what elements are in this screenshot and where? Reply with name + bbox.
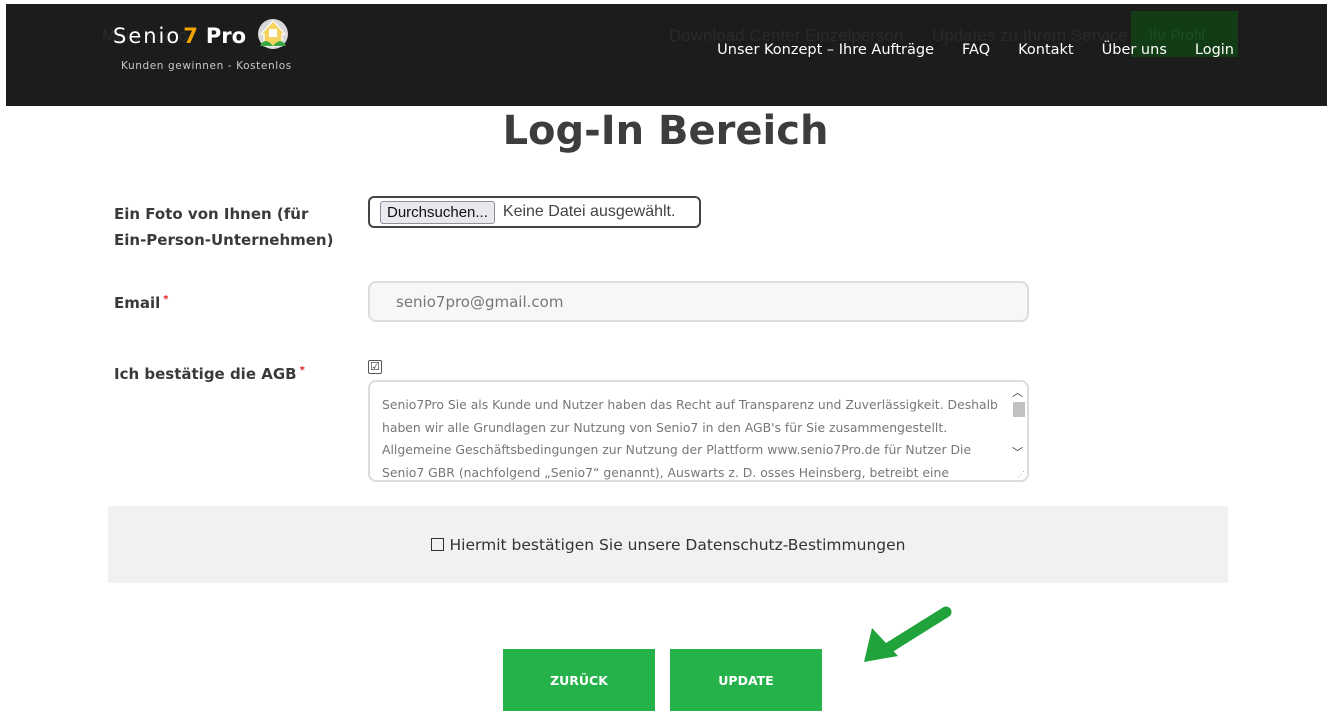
photo-file-input[interactable]: Durchsuchen... Keine Datei ausgewählt.	[368, 196, 701, 228]
datenschutz-panel: Hiermit bestätigen Sie unsere Datenschut…	[108, 506, 1228, 583]
site-header: Mein Konto Download Center Einzelperson …	[6, 4, 1327, 106]
datenschutz-checkbox[interactable]	[430, 538, 444, 551]
logo-name-seven: 7	[183, 24, 198, 48]
logo[interactable]: Senio 7 Pro Kunden gewinnen - Kostenlos	[113, 19, 292, 72]
browse-button[interactable]: Durchsuchen...	[380, 200, 495, 224]
logo-name-prefix: Senio	[113, 24, 182, 48]
logo-name: Senio 7 Pro	[113, 19, 292, 50]
scroll-thumb[interactable]	[1013, 402, 1025, 417]
photo-label: Ein Foto von Ihnen (für Ein-Person-Unter…	[114, 205, 334, 249]
scroll-down-icon[interactable]: ﹀	[1012, 444, 1023, 460]
main-nav: Unser Konzept – Ihre Aufträge FAQ Kontak…	[689, 42, 1234, 58]
agb-checkbox[interactable]: ☑	[368, 360, 382, 374]
agb-scrollbar[interactable]: ︿ ﹀ ⋰	[1009, 382, 1027, 480]
scroll-up-icon[interactable]: ︿	[1012, 384, 1023, 400]
agb-label-text: Ich bestätige die AGB	[114, 365, 297, 383]
required-mark: *	[299, 365, 305, 376]
agb-textarea[interactable]: Senio7Pro Sie als Kunde und Nutzer haben…	[368, 380, 1029, 482]
logo-name-suffix: Pro	[205, 24, 247, 48]
house-icon	[258, 19, 289, 49]
datenschutz-label[interactable]: Hiermit bestätigen Sie unsere Datenschut…	[450, 536, 906, 554]
email-label-text: Email	[114, 294, 161, 312]
email-label: Email *	[114, 287, 169, 316]
annotation-arrow-icon	[864, 606, 952, 662]
email-field[interactable]	[368, 281, 1029, 322]
nav-item-faq[interactable]: FAQ	[962, 42, 990, 58]
required-mark: *	[163, 294, 169, 305]
logo-tagline: Kunden gewinnen - Kostenlos	[121, 60, 292, 72]
agb-label: Ich bestätige die AGB *	[114, 358, 305, 387]
back-button[interactable]: ZURÜCK	[503, 649, 655, 711]
nav-item-ueber-uns[interactable]: Über uns	[1102, 42, 1167, 58]
page-title: Log-In Bereich	[502, 108, 829, 154]
update-button[interactable]: UPDATE	[670, 649, 822, 711]
nav-item-kontakt[interactable]: Kontakt	[1018, 42, 1074, 58]
resize-grip-icon[interactable]: ⋰	[1017, 470, 1025, 479]
nav-item-login[interactable]: Login	[1195, 42, 1234, 58]
agb-text: Senio7Pro Sie als Kunde und Nutzer haben…	[382, 397, 998, 480]
nav-item-konzept[interactable]: Unser Konzept – Ihre Aufträge	[717, 42, 934, 58]
file-status: Keine Datei ausgewählt.	[502, 203, 676, 220]
